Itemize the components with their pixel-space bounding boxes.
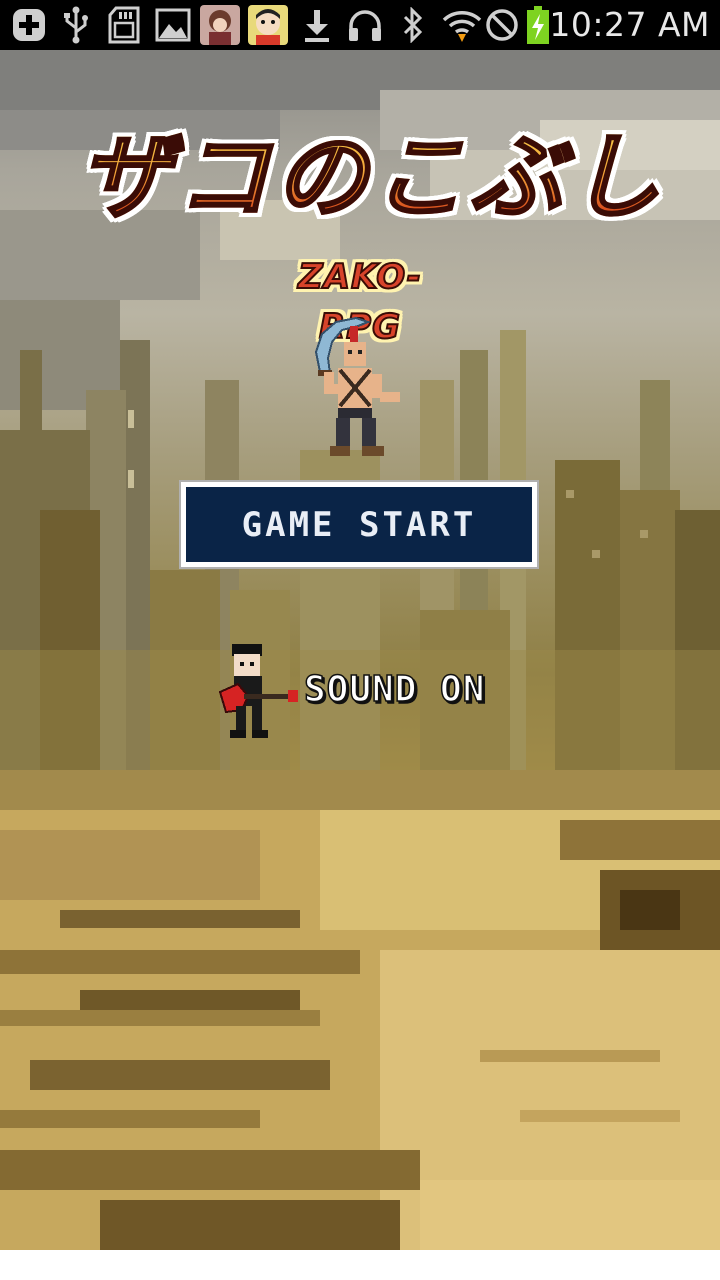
game-subtitle: ZAKO-RPG	[297, 256, 422, 348]
gallery-icon	[154, 6, 192, 44]
wifi-icon	[442, 6, 482, 44]
game-title-logo: ザコのこぶし	[77, 118, 668, 248]
usb-icon	[58, 6, 94, 44]
game-start-button[interactable]: GAME START	[179, 480, 539, 569]
guitarist-sprite-icon	[218, 644, 298, 738]
game-screen[interactable]: ザコのこぶし ZAKO-RPG GAME START SOUND ON	[0, 50, 720, 1250]
add-notification-icon	[10, 6, 48, 44]
app-avatar-1-icon	[200, 5, 240, 45]
game-start-label: GAME START	[241, 504, 477, 545]
headphones-icon	[346, 6, 384, 44]
status-clock: 10:27 AM	[549, 5, 710, 44]
hero-sprite	[314, 316, 400, 456]
download-icon	[300, 6, 334, 44]
sound-label: SOUND ON	[303, 668, 486, 711]
status-bar: 10:27 AM	[0, 0, 720, 50]
sound-toggle[interactable]: SOUND ON	[218, 640, 488, 740]
app-avatar-2-icon	[248, 5, 288, 45]
game-title: ザコのこぶし	[77, 118, 668, 238]
bottom-strip	[0, 1250, 720, 1280]
do-not-disturb-icon	[484, 6, 520, 44]
sd-card-icon	[106, 6, 142, 44]
bluetooth-icon	[398, 6, 428, 44]
battery-charging-icon	[524, 6, 552, 44]
